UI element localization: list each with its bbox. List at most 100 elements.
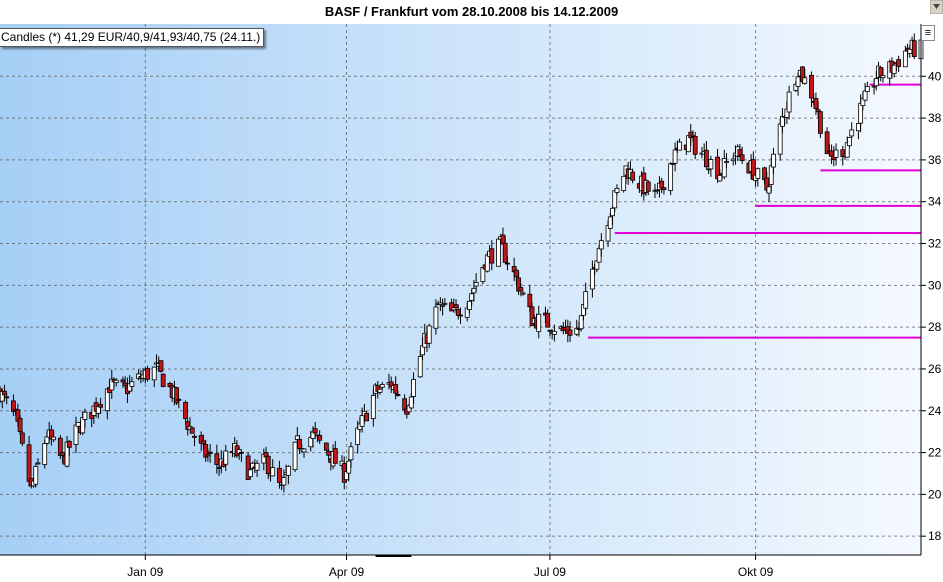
candle-body <box>545 313 551 328</box>
candle-body <box>809 74 814 99</box>
candle-body <box>567 329 573 336</box>
candle-body <box>122 382 128 386</box>
candle-body <box>51 436 57 441</box>
candle-body <box>364 412 370 422</box>
candle-body <box>471 287 477 294</box>
menu-lines-icon[interactable]: ≡ <box>921 25 935 41</box>
candle-body <box>254 462 260 471</box>
candle-body <box>19 432 25 444</box>
candle-body <box>768 165 774 185</box>
candle-body <box>505 262 510 265</box>
candle-body <box>442 302 448 305</box>
candle-body <box>377 388 383 393</box>
candle-body <box>527 293 533 308</box>
candle-body <box>871 85 877 88</box>
candle-body <box>207 451 213 455</box>
candle-body <box>265 455 271 475</box>
candle-body <box>395 393 401 396</box>
candle-body <box>864 86 870 92</box>
candle-body <box>496 238 501 267</box>
candle-body <box>780 115 785 127</box>
candle-body <box>802 77 808 84</box>
candle-body <box>214 453 220 465</box>
candle-body <box>35 462 41 465</box>
candle-body <box>777 123 783 155</box>
legend: Candles (*) 41,29 EUR/40,9/41,93/40,75 (… <box>0 28 265 47</box>
candle-body <box>17 417 23 433</box>
candle-body <box>847 136 852 147</box>
y-tick-label: 30 <box>928 278 942 292</box>
candle-body <box>346 460 352 474</box>
candle-body <box>612 190 618 209</box>
y-tick-label: 26 <box>928 362 942 376</box>
candle-body <box>192 435 197 438</box>
candle-body <box>692 136 698 155</box>
candle-body <box>849 129 855 137</box>
candle-body <box>551 330 557 335</box>
candle-body <box>891 64 897 75</box>
candle-body <box>42 443 48 465</box>
candle-body <box>589 268 595 290</box>
candle-body <box>326 451 332 456</box>
candle-body <box>755 168 761 179</box>
candle-body <box>583 291 589 309</box>
candle-body <box>323 442 329 451</box>
candle-body <box>547 329 553 332</box>
candle-body <box>393 384 399 394</box>
candle-body <box>880 75 886 78</box>
candle-body <box>66 440 72 448</box>
candle-body <box>654 189 660 192</box>
candle-body <box>189 427 195 434</box>
candle-body <box>610 207 615 217</box>
candle-body <box>183 401 188 420</box>
plot-area[interactable] <box>0 24 921 555</box>
chart-svg: 18 20 22 24 26 28 30 32 34 36 38 40 Jan 09 Apr 09 Jul… <box>0 24 942 579</box>
window-corner-icon <box>930 0 943 14</box>
candle-body <box>598 240 604 250</box>
candle-body <box>513 269 519 278</box>
candle-body <box>308 437 314 448</box>
candle-body <box>473 282 479 287</box>
candle-body <box>911 40 917 57</box>
candle-body <box>120 379 126 383</box>
candle-body <box>795 76 801 87</box>
candle-body <box>433 306 439 329</box>
candle-body <box>411 379 416 397</box>
candle-body <box>317 435 323 441</box>
candle-body <box>677 141 682 151</box>
candle-body <box>614 187 620 193</box>
candle-body <box>873 78 879 87</box>
candle-body <box>630 171 636 181</box>
candle-body <box>661 187 667 191</box>
candle-body <box>312 428 318 434</box>
candle-body <box>896 59 902 67</box>
candle-body <box>2 390 7 396</box>
candle-body <box>645 181 651 192</box>
candle-body <box>205 454 211 457</box>
x-tick-label: Okt 09 <box>738 565 774 579</box>
candle-body <box>480 267 486 282</box>
candle-body <box>201 440 206 445</box>
candle-body <box>44 436 50 444</box>
y-tick-label: 20 <box>928 487 942 501</box>
candle-body <box>4 396 10 399</box>
candle-body <box>151 366 157 381</box>
candle-body <box>500 234 506 245</box>
candle-body <box>402 398 408 411</box>
candle-body <box>771 153 776 168</box>
candle-body <box>730 158 736 162</box>
candle-body <box>536 313 542 333</box>
y-tick-label: 22 <box>928 446 942 460</box>
candle-body <box>596 247 602 263</box>
candle-body <box>158 360 164 372</box>
candle-body <box>703 149 709 168</box>
candle-body <box>73 424 79 445</box>
candle-body <box>440 304 446 307</box>
candle-body <box>672 149 678 164</box>
candle-body <box>379 384 385 388</box>
candle-body <box>902 50 908 68</box>
y-tick-label: 34 <box>928 195 942 209</box>
candle-body <box>129 381 135 387</box>
candle-body <box>98 404 103 408</box>
candle-body <box>408 396 414 409</box>
